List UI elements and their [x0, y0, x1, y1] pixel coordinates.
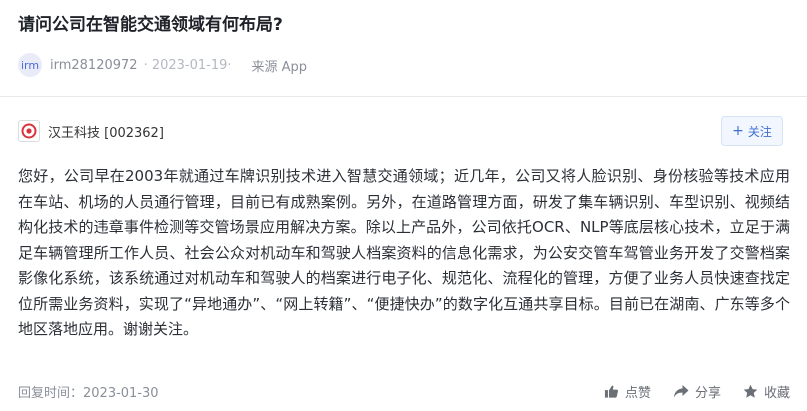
plus-icon: + [732, 123, 744, 139]
like-label: 点赞 [624, 385, 651, 401]
thumbs-up-icon [604, 385, 618, 398]
company-logo-icon [18, 120, 40, 142]
question-source: 来源 App [251, 59, 308, 75]
share-icon [673, 384, 689, 397]
favorite-button[interactable]: 收藏 [743, 382, 790, 401]
share-label: 分享 [694, 385, 721, 401]
asker-meta: irm irm28120972 · 2023-01-19· 来源 App [18, 52, 307, 78]
asker-date: · 2023-01-19· [143, 57, 232, 73]
answer-text: 您好，公司早在2003年就通过车牌识别技术进入智慧交通领域；近几年，公司又将人脸… [18, 167, 790, 338]
reply-time: 回复时间：2023-01-30 [18, 385, 159, 401]
avatar[interactable]: irm [18, 53, 42, 77]
follow-button[interactable]: + 关注 [721, 116, 783, 146]
answer-footer: 回复时间：2023-01-30 点赞 分享 收藏 [18, 380, 790, 402]
divider [0, 96, 807, 97]
qa-page: 请问公司在智能交通领域有何布局? irm irm28120972 · 2023-… [0, 0, 807, 411]
like-button[interactable]: 点赞 [604, 382, 651, 401]
asker-username[interactable]: irm28120972 [50, 58, 138, 73]
share-button[interactable]: 分享 [673, 382, 721, 401]
star-icon [743, 384, 758, 398]
follow-label: 关注 [747, 124, 772, 139]
favorite-label: 收藏 [763, 385, 790, 401]
company-header: 汉王科技 [002362] [18, 120, 164, 142]
question-title: 请问公司在智能交通领域有何布局? [18, 15, 283, 35]
company-name[interactable]: 汉王科技 [002362] [48, 122, 164, 141]
